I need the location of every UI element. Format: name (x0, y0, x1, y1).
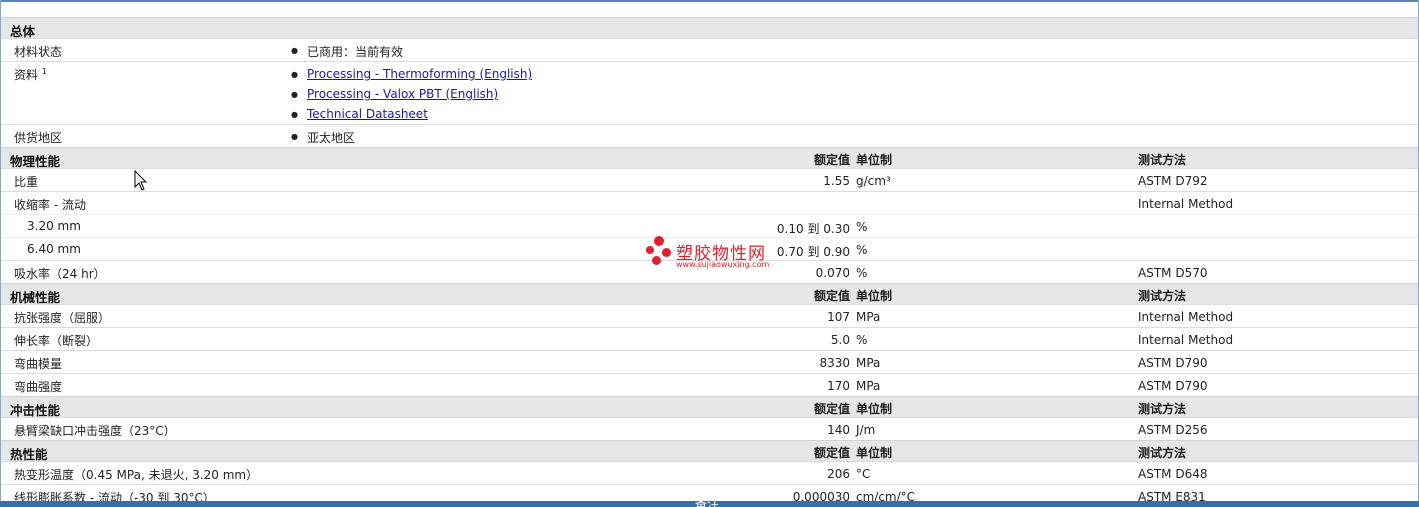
column-header-unit: 单位制 (856, 402, 893, 416)
row-method: ASTM D256 (1138, 423, 1208, 437)
top-border (0, 0, 1419, 2)
row-method: ASTM D790 (1138, 356, 1208, 370)
row-value: 0.070 (815, 266, 850, 280)
row-unit: g/cm³ (856, 174, 891, 188)
section-impact-header: 冲击性能 额定值 单位制 测试方法 (1, 396, 1418, 418)
row-label: 供货地区 (14, 131, 63, 145)
table-row: 伸长率（断裂） 5.0% Internal Method (1, 327, 1418, 350)
table-row: 弯曲模量 8330 MPa ASTM D790 (1, 350, 1418, 373)
doc-link-valox-pbt[interactable]: Processing - Valox PBT (English) (307, 87, 498, 101)
footer-bar: 备注 (0, 501, 1419, 507)
mouse-cursor-icon (134, 170, 148, 191)
row-method: ASTM D790 (1138, 379, 1208, 393)
row-value: 1.55 (823, 174, 850, 188)
row-unit: % (856, 266, 868, 280)
column-header-rated: 额定值 (813, 153, 850, 167)
row-unit: % (856, 333, 868, 347)
doc-link-technical-datasheet[interactable]: Technical Datasheet (307, 107, 428, 121)
row-label: 伸长率（断裂） (14, 334, 99, 348)
section-mechanical-header: 机械性能 额定值 单位制 测试方法 (1, 283, 1418, 305)
row-label: 热变形温度（0.45 MPa, 未退火, 3.20 mm） (14, 468, 259, 482)
row-label: 6.40 mm (27, 242, 81, 256)
table-row: 比重 1.55 g/cm³ ASTM D792 (1, 168, 1418, 191)
column-header-rated: 额定值 (813, 446, 850, 460)
row-unit: % (856, 243, 868, 257)
row-label: 3.20 mm (27, 219, 81, 233)
section-thermal-header: 热性能 额定值 单位制 测试方法 (1, 440, 1418, 462)
column-header-method: 测试方法 (1138, 402, 1187, 416)
column-header-rated: 额定值 (813, 289, 850, 303)
table-row: 悬臂梁缺口冲击强度（23°C） 140 J/m ASTM D256 (1, 417, 1418, 440)
table-row: 收缩率 - 流动 Internal Method (1, 191, 1418, 214)
row-value: 140 (827, 423, 850, 437)
row-unit: °C (856, 467, 871, 481)
table-row: 弯曲强度 170 MPa ASTM D790 (1, 373, 1418, 396)
row-label: 弯曲模量 (14, 357, 63, 371)
row-material-status: 材料状态 已商用：当前有效 (1, 38, 1418, 61)
row-method: Internal Method (1138, 333, 1234, 347)
row-documents: 资料 1 Processing - Thermoforming (English… (1, 61, 1418, 124)
row-unit: MPa (856, 379, 881, 393)
row-value: 170 (827, 379, 850, 393)
row-label: 收缩率 - 流动 (14, 198, 86, 212)
section-physical-header: 物理性能 额定值 单位制 测试方法 (1, 147, 1418, 169)
column-header-method: 测试方法 (1138, 153, 1187, 167)
supply-region-value: 亚太地区 (307, 131, 356, 145)
table-row: 抗张强度（屈服） 107 MPa Internal Method (1, 304, 1418, 327)
row-label: 抗张强度（屈服） (14, 311, 111, 325)
watermark-url: www.sujiaowuxing.com (676, 260, 770, 269)
row-unit: MPa (856, 310, 881, 324)
row-label: 吸水率（24 hr） (14, 267, 106, 281)
material-status-value: 已商用：当前有效 (307, 45, 404, 59)
column-header-method: 测试方法 (1138, 289, 1187, 303)
column-header-unit: 单位制 (856, 446, 893, 460)
row-method: ASTM D570 (1138, 266, 1208, 280)
column-header-unit: 单位制 (856, 153, 893, 167)
doc-link-thermoforming[interactable]: Processing - Thermoforming (English) (307, 67, 532, 81)
row-label: 弯曲强度 (14, 380, 63, 394)
row-value: 5.0 (830, 333, 850, 347)
row-method: ASTM D648 (1138, 467, 1208, 481)
row-method: ASTM D792 (1138, 174, 1208, 188)
row-value: 107 (827, 310, 850, 324)
row-value: 0.10 到 0.30 (776, 222, 850, 236)
row-value: 0.70 到 0.90 (776, 245, 850, 259)
row-label: 资料 1 (14, 67, 47, 82)
row-method: Internal Method (1138, 310, 1234, 324)
row-value: 206 (827, 467, 850, 481)
row-method: Internal Method (1138, 197, 1234, 211)
column-header-rated: 额定值 (813, 402, 850, 416)
row-unit: MPa (856, 356, 881, 370)
column-header-method: 测试方法 (1138, 446, 1187, 460)
row-label: 悬臂梁缺口冲击强度（23°C） (14, 424, 176, 438)
table-row: 热变形温度（0.45 MPa, 未退火, 3.20 mm） 206 °C ASTM D… (1, 461, 1418, 484)
row-supply-region: 供货地区 亚太地区 (1, 124, 1418, 147)
footer-text: 备注 (695, 501, 719, 507)
row-label: 材料状态 (14, 45, 63, 59)
column-header-unit: 单位制 (856, 289, 893, 303)
row-unit: % (856, 220, 868, 234)
table-row: 3.20 mm 0.10 到 0.30% (1, 214, 1418, 237)
row-label: 比重 (14, 175, 39, 189)
row-unit: J/m (856, 423, 876, 437)
row-value: 8330 (819, 356, 850, 370)
section-general-header: 总体 (1, 17, 1418, 39)
